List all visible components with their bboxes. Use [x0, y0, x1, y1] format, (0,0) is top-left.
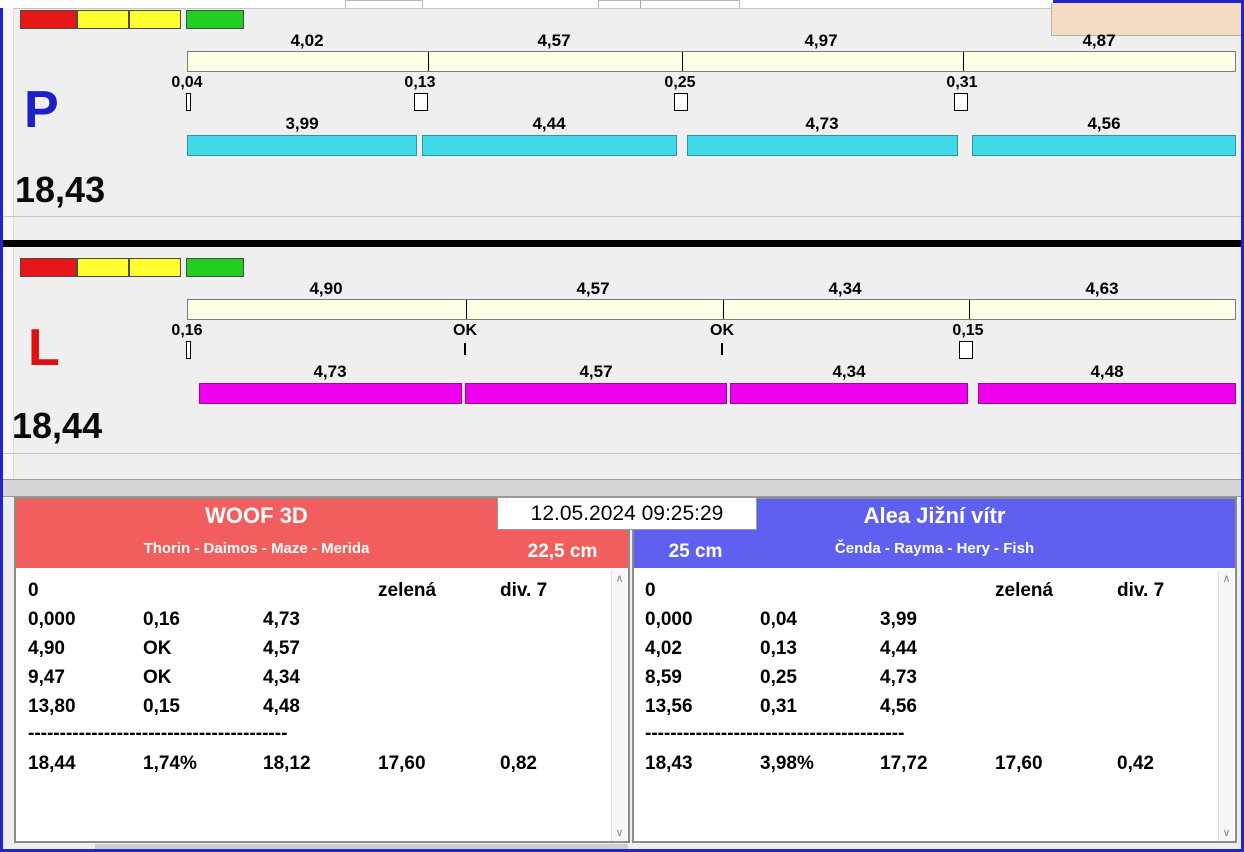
right-row-cell: 0,31 — [760, 696, 797, 718]
right-total-pct: 3,98% — [760, 753, 814, 775]
left-team-jump-height: 22,5 cm — [497, 541, 628, 563]
right-start-flag: 0 — [645, 580, 656, 602]
right-team-jump-height: 25 cm — [634, 541, 757, 563]
left-total-2: 18,12 — [263, 753, 311, 775]
left-row-cell: 4,90 — [28, 638, 65, 660]
left-row-cell: OK — [143, 638, 172, 660]
left-row-cell: OK — [143, 667, 172, 689]
right-separator-line: ----------------------------------------… — [645, 723, 904, 745]
right-panel-scrollbar[interactable]: ∧ ∨ — [1218, 570, 1234, 841]
right-total-2: 17,72 — [880, 753, 928, 775]
right-row-cell: 0,25 — [760, 667, 797, 689]
scroll-down-icon[interactable]: ∨ — [1219, 826, 1234, 839]
left-row-cell: 9,47 — [28, 667, 65, 689]
left-row-cell: 0,000 — [28, 609, 76, 631]
left-start-flag: 0 — [28, 580, 39, 602]
left-card-status: zelená — [378, 580, 436, 602]
right-row-cell: 3,99 — [880, 609, 917, 631]
right-total-4: 0,42 — [1117, 753, 1154, 775]
left-total-3: 17,60 — [378, 753, 426, 775]
results-section: WOOF 3D Thorin - Daimos - Maze - Merida … — [0, 0, 1244, 852]
right-row-cell: 0,000 — [645, 609, 693, 631]
scroll-down-icon[interactable]: ∨ — [612, 826, 627, 839]
left-total-time: 18,44 — [28, 753, 76, 775]
right-row-cell: 4,02 — [645, 638, 682, 660]
left-total-4: 0,82 — [500, 753, 537, 775]
left-row-cell: 0,15 — [143, 696, 180, 718]
right-row-cell: 8,59 — [645, 667, 682, 689]
left-row-cell: 4,73 — [263, 609, 300, 631]
right-division: div. 7 — [1117, 580, 1164, 602]
left-row-cell: 0,16 — [143, 609, 180, 631]
left-team-name: WOOF 3D — [16, 503, 497, 529]
scroll-up-icon[interactable]: ∧ — [612, 572, 627, 585]
right-row-cell: 0,04 — [760, 609, 797, 631]
right-card-status: zelená — [995, 580, 1053, 602]
left-panel-scrollbar[interactable]: ∧ ∨ — [611, 570, 627, 841]
right-row-cell: 0,13 — [760, 638, 797, 660]
scroll-up-icon[interactable]: ∧ — [1219, 572, 1234, 585]
datetime-display: 12.05.2024 09:25:29 — [497, 497, 757, 530]
left-separator-line: ----------------------------------------… — [28, 723, 287, 745]
left-row-cell: 4,34 — [263, 667, 300, 689]
left-total-pct: 1,74% — [143, 753, 197, 775]
left-row-cell: 4,48 — [263, 696, 300, 718]
right-total-3: 17,60 — [995, 753, 1043, 775]
right-row-cell: 13,56 — [645, 696, 693, 718]
left-team-members: Thorin - Daimos - Maze - Merida — [16, 540, 497, 557]
app-window: 4,02 4,57 4,97 4,87 0,04 0,13 0,25 0,31 … — [0, 0, 1244, 852]
left-row-cell: 4,57 — [263, 638, 300, 660]
left-row-cell: 13,80 — [28, 696, 76, 718]
right-row-cell: 4,44 — [880, 638, 917, 660]
left-division: div. 7 — [500, 580, 547, 602]
right-total-time: 18,43 — [645, 753, 693, 775]
right-row-cell: 4,56 — [880, 696, 917, 718]
right-row-cell: 4,73 — [880, 667, 917, 689]
